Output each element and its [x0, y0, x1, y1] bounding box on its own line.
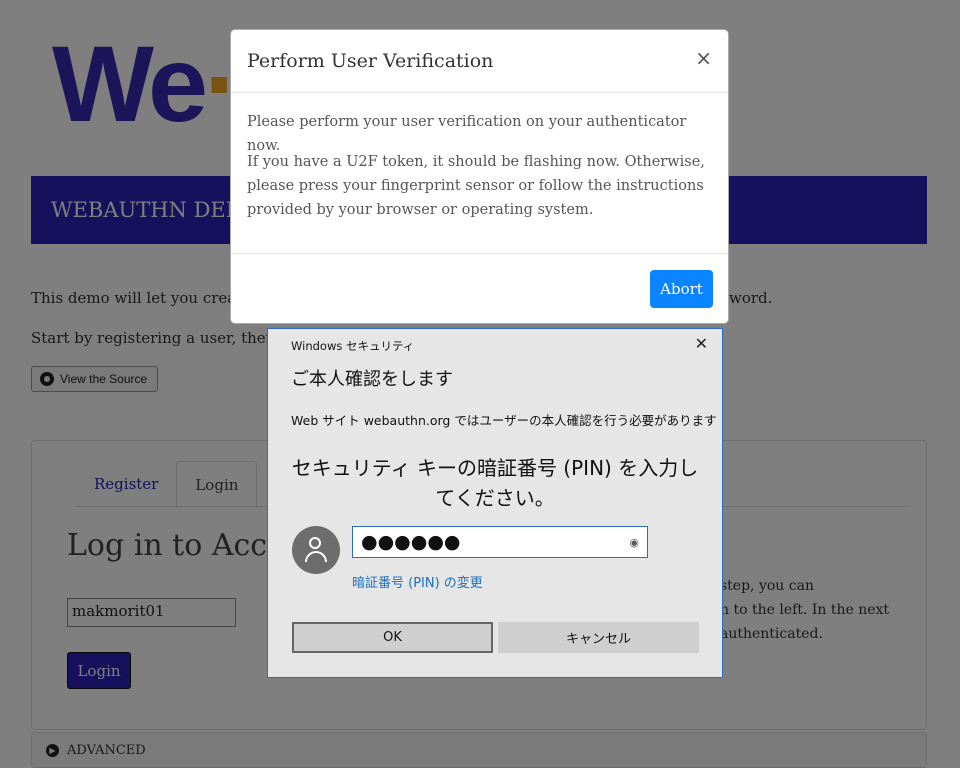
abort-button[interactable]: Abort	[650, 270, 713, 308]
pin-masked-value: ●●●●●●	[361, 531, 461, 553]
windows-security-dialog: Windows セキュリティ ✕ ご本人確認をします Web サイト webau…	[267, 328, 723, 678]
ok-button[interactable]: OK	[292, 622, 493, 653]
change-pin-link[interactable]: 暗証番号 (PIN) の変更	[352, 572, 483, 591]
close-icon[interactable]: ✕	[695, 334, 708, 353]
modal-header-divider	[231, 92, 728, 93]
close-icon[interactable]: ×	[695, 46, 712, 70]
user-icon	[309, 537, 321, 549]
dialog-heading: ご本人確認をします	[291, 369, 453, 390]
avatar	[292, 526, 340, 574]
dialog-subtitle: Web サイト webauthn.org ではユーザーの本人確認を行う必要があり…	[291, 413, 717, 428]
user-icon-body	[305, 551, 327, 562]
reveal-eye-icon[interactable]: ◉	[629, 536, 639, 549]
cancel-button[interactable]: キャンセル	[498, 622, 699, 653]
modal-footer-divider	[231, 253, 728, 254]
dialog-title: Windows セキュリティ	[291, 339, 415, 353]
pin-prompt: セキュリティ キーの暗証番号 (PIN) を入力してください。	[291, 456, 699, 510]
modal-title: Perform User Verification	[247, 50, 494, 72]
pin-input[interactable]: ●●●●●● ◉	[352, 526, 648, 558]
modal-paragraph-2: If you have a U2F token, it should be fl…	[247, 154, 705, 218]
user-verification-modal: Perform User Verification × Please perfo…	[230, 29, 729, 324]
